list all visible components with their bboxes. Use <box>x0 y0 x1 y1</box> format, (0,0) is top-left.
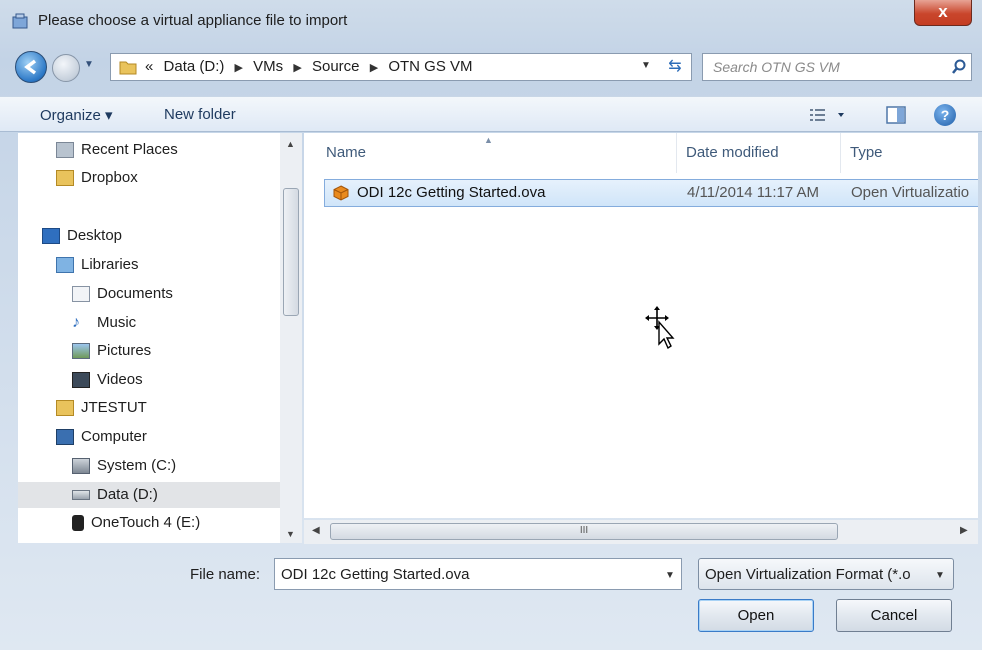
libraries-icon <box>56 257 74 274</box>
videos-icon <box>72 372 90 389</box>
breadcrumb-data-d[interactable]: Data (D:) <box>164 58 225 75</box>
breadcrumb: « Data (D:) ▶ VMs ▶ Source ▶ OTN GS VM <box>145 58 479 75</box>
command-bar: Organize ▾ New folder ? <box>0 96 982 132</box>
breadcrumb-overflow[interactable]: « <box>145 58 153 75</box>
search-box[interactable]: Search OTN GS VM <box>702 53 972 81</box>
help-button[interactable]: ? <box>934 104 956 126</box>
nav-item-system-c[interactable]: System (C:) <box>72 453 176 479</box>
breadcrumb-vms[interactable]: VMs <box>253 58 283 75</box>
back-arrow-icon <box>24 59 37 75</box>
scroll-grip: III <box>579 525 589 536</box>
refresh-icon: ⇆ <box>668 58 682 75</box>
music-icon: ♪ <box>72 314 80 332</box>
sort-ascending-icon: ▲ <box>484 135 493 145</box>
nav-item-desktop[interactable]: Desktop <box>42 223 122 249</box>
nav-item-dropbox[interactable]: Dropbox <box>56 165 138 191</box>
file-list-horizontal-scrollbar[interactable]: ◀ III ▶ <box>304 520 978 544</box>
desktop-icon <box>42 228 60 245</box>
breadcrumb-separator-icon[interactable]: ▶ <box>235 62 243 74</box>
chevron-down-icon[interactable]: ▼ <box>665 570 675 581</box>
file-name-label: File name: <box>190 566 261 583</box>
nav-item-recent-places[interactable]: Recent Places <box>56 137 178 163</box>
back-button[interactable] <box>15 51 47 83</box>
scroll-right-icon[interactable]: ▶ <box>960 525 968 536</box>
file-name-field[interactable]: ODI 12c Getting Started.ova ▼ <box>274 558 682 590</box>
scroll-down-icon[interactable]: ▼ <box>286 529 295 539</box>
breadcrumb-separator-icon[interactable]: ▶ <box>370 62 378 74</box>
nav-item-libraries[interactable]: Libraries <box>56 252 139 278</box>
breadcrumb-source[interactable]: Source <box>312 58 360 75</box>
nav-item-music[interactable]: ♪ Music <box>72 310 136 336</box>
scroll-up-icon[interactable]: ▲ <box>286 139 295 149</box>
system-drive-icon <box>72 458 90 475</box>
breadcrumb-separator-icon[interactable]: ▶ <box>293 62 301 74</box>
nav-item-documents[interactable]: Documents <box>72 281 173 307</box>
organize-button[interactable]: Organize ▾ <box>40 106 113 124</box>
recent-places-icon <box>56 142 74 159</box>
column-divider[interactable] <box>840 133 841 173</box>
column-divider[interactable] <box>676 133 677 173</box>
scrollbar-thumb[interactable]: III <box>330 523 838 540</box>
address-bar[interactable]: « Data (D:) ▶ VMs ▶ Source ▶ OTN GS VM ▼ <box>110 53 692 81</box>
nav-item-data-d[interactable]: Data (D:) <box>18 482 280 508</box>
column-header-type[interactable]: Type <box>850 133 883 173</box>
file-open-dialog: Please choose a virtual appliance file t… <box>0 0 982 650</box>
user-folder-icon <box>56 400 74 417</box>
chevron-down-icon[interactable]: ▼ <box>935 570 945 581</box>
nav-pane-scrollbar[interactable]: ▲ ▼ <box>280 133 302 543</box>
address-history-dropdown[interactable]: ▼ <box>641 60 651 71</box>
documents-icon <box>72 286 90 303</box>
ova-file-icon <box>333 185 349 201</box>
folder-icon <box>119 61 137 75</box>
open-button[interactable]: Open <box>698 599 814 632</box>
nav-item-onetouch-e[interactable]: OneTouch 4 (E:) <box>72 510 200 536</box>
refresh-button[interactable]: ⇆ <box>662 55 688 79</box>
view-list-icon <box>810 109 825 121</box>
cancel-button[interactable]: Cancel <box>836 599 952 632</box>
nav-item-videos[interactable]: Videos <box>72 367 143 393</box>
file-type-filter[interactable]: Open Virtualization Format (*.o ▼ <box>698 558 954 590</box>
search-input[interactable]: Search OTN GS VM <box>713 59 840 75</box>
chevron-down-icon <box>838 113 844 117</box>
nav-item-jtestut[interactable]: JTESTUT <box>56 395 147 421</box>
file-list: Name ▲ Date modified Type ODI 12c Gettin… <box>304 133 978 518</box>
new-folder-button[interactable]: New folder <box>164 106 236 123</box>
file-date-modified: 4/11/2014 11:17 AM <box>687 184 820 201</box>
navigation-pane: Recent Places Dropbox Desktop Libraries … <box>18 133 280 543</box>
file-name-value: ODI 12c Getting Started.ova <box>281 566 470 583</box>
external-drive-icon <box>72 515 84 532</box>
folder-icon <box>56 170 74 187</box>
file-type: Open Virtualizatio <box>851 184 970 201</box>
title-bar: Please choose a virtual appliance file t… <box>0 0 982 44</box>
scrollbar-thumb[interactable] <box>283 188 299 316</box>
close-button[interactable]: x <box>914 0 972 26</box>
scroll-left-icon[interactable]: ◀ <box>312 525 320 536</box>
change-view-button[interactable] <box>808 104 848 126</box>
preview-pane-button[interactable] <box>884 104 908 126</box>
dialog-title: Please choose a virtual appliance file t… <box>38 12 348 29</box>
column-header-name[interactable]: Name <box>326 133 366 173</box>
nav-item-computer[interactable]: Computer <box>56 424 147 450</box>
file-name: ODI 12c Getting Started.ova <box>357 184 546 201</box>
breadcrumb-otn-gs-vm[interactable]: OTN GS VM <box>388 58 472 75</box>
recent-locations-dropdown[interactable]: ▼ <box>84 59 94 70</box>
pictures-icon <box>72 343 90 360</box>
file-type-filter-value: Open Virtualization Format (*.o <box>705 566 911 583</box>
column-header-date-modified[interactable]: Date modified <box>686 133 779 173</box>
virtualbox-icon <box>12 13 28 29</box>
search-icon[interactable] <box>951 59 967 75</box>
drive-icon <box>72 490 90 501</box>
computer-icon <box>56 429 74 446</box>
move-cursor-icon <box>645 306 675 350</box>
nav-item-pictures[interactable]: Pictures <box>72 338 151 364</box>
forward-button[interactable] <box>52 54 80 82</box>
file-row-selected[interactable]: ODI 12c Getting Started.ova 4/11/2014 11… <box>324 179 978 207</box>
